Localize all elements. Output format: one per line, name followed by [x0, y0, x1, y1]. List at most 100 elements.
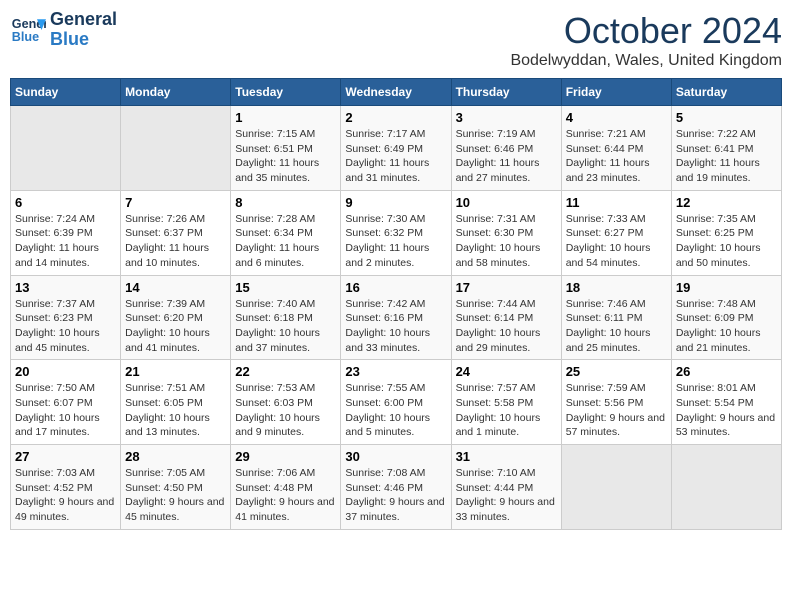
day-number: 21: [125, 364, 226, 379]
column-header-tuesday: Tuesday: [231, 79, 341, 106]
day-cell: [11, 106, 121, 191]
day-cell: 2Sunrise: 7:17 AMSunset: 6:49 PMDaylight…: [341, 106, 451, 191]
day-info: Sunrise: 7:42 AMSunset: 6:16 PMDaylight:…: [345, 297, 446, 356]
day-cell: 1 Sunrise: 7:15 AMSunset: 6:51 PMDaylight…: [231, 106, 341, 191]
day-number: 19: [676, 280, 777, 295]
week-row-4: 20 Sunrise: 7:50 AMSunset: 6:07 PMDayligh…: [11, 360, 782, 445]
day-cell: 16 Sunrise: 7:42 AMSunset: 6:16 PMDayligh…: [341, 275, 451, 360]
week-row-5: 27Sunrise: 7:03 AMSunset: 4:52 PMDayligh…: [11, 445, 782, 530]
day-cell: 25Sunrise: 7:59 AMSunset: 5:56 PMDayligh…: [561, 360, 671, 445]
day-number: 29: [235, 449, 336, 464]
day-info: Sunrise: 7:40 AMSunset: 6:18 PMDaylight:…: [235, 297, 336, 356]
day-number: 26: [676, 364, 777, 379]
day-info: Sunrise: 7:26 AMSunset: 6:37 PMDaylight:…: [125, 212, 226, 271]
day-number: 23: [345, 364, 446, 379]
day-number: 14: [125, 280, 226, 295]
day-cell: 24 Sunrise: 7:57 AMSunset: 5:58 PMDayligh…: [451, 360, 561, 445]
logo-line1: General: [50, 9, 117, 29]
day-info: Sunrise: 7:22 AMSunset: 6:41 PMDaylight:…: [676, 127, 777, 186]
day-info: Sunrise: 7:50 AMSunset: 6:07 PMDaylight:…: [15, 381, 116, 440]
day-number: 4: [566, 110, 667, 125]
day-number: 7: [125, 195, 226, 210]
day-info: Sunrise: 7:48 AMSunset: 6:09 PMDaylight:…: [676, 297, 777, 356]
day-info: Sunrise: 7:31 AMSunset: 6:30 PMDaylight:…: [456, 212, 557, 271]
svg-text:Blue: Blue: [12, 30, 39, 44]
day-cell: 7 Sunrise: 7:26 AMSunset: 6:37 PMDaylight…: [121, 190, 231, 275]
day-info: Sunrise: 7:28 AMSunset: 6:34 PMDaylight:…: [235, 212, 336, 271]
calendar-table: SundayMondayTuesdayWednesdayThursdayFrid…: [10, 78, 782, 530]
column-header-wednesday: Wednesday: [341, 79, 451, 106]
day-info: Sunrise: 7:59 AMSunset: 5:56 PMDaylight:…: [566, 381, 667, 440]
day-cell: [561, 445, 671, 530]
day-info: Sunrise: 7:17 AMSunset: 6:49 PMDaylight:…: [345, 127, 446, 186]
column-header-friday: Friday: [561, 79, 671, 106]
day-info: Sunrise: 7:03 AMSunset: 4:52 PMDaylight:…: [15, 466, 116, 525]
week-row-1: 1 Sunrise: 7:15 AMSunset: 6:51 PMDaylight…: [11, 106, 782, 191]
day-number: 1: [235, 110, 336, 125]
day-cell: 4 Sunrise: 7:21 AMSunset: 6:44 PMDaylight…: [561, 106, 671, 191]
day-cell: 21 Sunrise: 7:51 AMSunset: 6:05 PMDayligh…: [121, 360, 231, 445]
day-number: 9: [345, 195, 446, 210]
day-cell: 31Sunrise: 7:10 AMSunset: 4:44 PMDayligh…: [451, 445, 561, 530]
day-cell: 9 Sunrise: 7:30 AMSunset: 6:32 PMDaylight…: [341, 190, 451, 275]
day-info: Sunrise: 7:37 AMSunset: 6:23 PMDaylight:…: [15, 297, 116, 356]
day-number: 15: [235, 280, 336, 295]
day-cell: 17Sunrise: 7:44 AMSunset: 6:14 PMDayligh…: [451, 275, 561, 360]
day-info: Sunrise: 7:46 AMSunset: 6:11 PMDaylight:…: [566, 297, 667, 356]
day-cell: [121, 106, 231, 191]
day-cell: 30Sunrise: 7:08 AMSunset: 4:46 PMDayligh…: [341, 445, 451, 530]
day-number: 28: [125, 449, 226, 464]
day-number: 12: [676, 195, 777, 210]
day-number: 20: [15, 364, 116, 379]
day-number: 16: [345, 280, 446, 295]
day-info: Sunrise: 7:21 AMSunset: 6:44 PMDaylight:…: [566, 127, 667, 186]
day-cell: 6Sunrise: 7:24 AMSunset: 6:39 PMDaylight…: [11, 190, 121, 275]
column-header-saturday: Saturday: [671, 79, 781, 106]
day-info: Sunrise: 7:10 AMSunset: 4:44 PMDaylight:…: [456, 466, 557, 525]
day-cell: 19 Sunrise: 7:48 AMSunset: 6:09 PMDayligh…: [671, 275, 781, 360]
week-row-2: 6Sunrise: 7:24 AMSunset: 6:39 PMDaylight…: [11, 190, 782, 275]
day-cell: 18 Sunrise: 7:46 AMSunset: 6:11 PMDayligh…: [561, 275, 671, 360]
header-row: SundayMondayTuesdayWednesdayThursdayFrid…: [11, 79, 782, 106]
day-info: Sunrise: 7:51 AMSunset: 6:05 PMDaylight:…: [125, 381, 226, 440]
day-number: 18: [566, 280, 667, 295]
column-header-thursday: Thursday: [451, 79, 561, 106]
day-number: 3: [456, 110, 557, 125]
day-cell: 13 Sunrise: 7:37 AMSunset: 6:23 PMDayligh…: [11, 275, 121, 360]
day-info: Sunrise: 8:01 AMSunset: 5:54 PMDaylight:…: [676, 381, 777, 440]
column-header-sunday: Sunday: [11, 79, 121, 106]
title-area: October 2024 Bodelwyddan, Wales, United …: [510, 10, 782, 70]
day-info: Sunrise: 7:06 AMSunset: 4:48 PMDaylight:…: [235, 466, 336, 525]
week-row-3: 13 Sunrise: 7:37 AMSunset: 6:23 PMDayligh…: [11, 275, 782, 360]
location: Bodelwyddan, Wales, United Kingdom: [510, 52, 782, 70]
day-info: Sunrise: 7:30 AMSunset: 6:32 PMDaylight:…: [345, 212, 446, 271]
day-info: Sunrise: 7:33 AMSunset: 6:27 PMDaylight:…: [566, 212, 667, 271]
day-cell: 22 Sunrise: 7:53 AMSunset: 6:03 PMDayligh…: [231, 360, 341, 445]
day-info: Sunrise: 7:39 AMSunset: 6:20 PMDaylight:…: [125, 297, 226, 356]
logo-icon: General Blue: [10, 12, 46, 48]
month-title: October 2024: [510, 10, 782, 52]
day-number: 13: [15, 280, 116, 295]
day-cell: 11Sunrise: 7:33 AMSunset: 6:27 PMDayligh…: [561, 190, 671, 275]
day-cell: 23 Sunrise: 7:55 AMSunset: 6:00 PMDayligh…: [341, 360, 451, 445]
day-number: 22: [235, 364, 336, 379]
day-cell: 3 Sunrise: 7:19 AMSunset: 6:46 PMDaylight…: [451, 106, 561, 191]
logo-line2: Blue: [50, 29, 89, 49]
day-info: Sunrise: 7:53 AMSunset: 6:03 PMDaylight:…: [235, 381, 336, 440]
day-info: Sunrise: 7:55 AMSunset: 6:00 PMDaylight:…: [345, 381, 446, 440]
day-cell: 5 Sunrise: 7:22 AMSunset: 6:41 PMDaylight…: [671, 106, 781, 191]
day-info: Sunrise: 7:05 AMSunset: 4:50 PMDaylight:…: [125, 466, 226, 525]
day-info: Sunrise: 7:19 AMSunset: 6:46 PMDaylight:…: [456, 127, 557, 186]
day-cell: 20 Sunrise: 7:50 AMSunset: 6:07 PMDayligh…: [11, 360, 121, 445]
day-number: 6: [15, 195, 116, 210]
day-number: 5: [676, 110, 777, 125]
day-cell: 28 Sunrise: 7:05 AMSunset: 4:50 PMDayligh…: [121, 445, 231, 530]
logo: General Blue General Blue: [10, 10, 117, 50]
day-cell: 10Sunrise: 7:31 AMSunset: 6:30 PMDayligh…: [451, 190, 561, 275]
day-info: Sunrise: 7:15 AMSunset: 6:51 PMDaylight:…: [235, 127, 336, 186]
day-cell: 8Sunrise: 7:28 AMSunset: 6:34 PMDaylight…: [231, 190, 341, 275]
day-cell: 26 Sunrise: 8:01 AMSunset: 5:54 PMDayligh…: [671, 360, 781, 445]
day-info: Sunrise: 7:57 AMSunset: 5:58 PMDaylight:…: [456, 381, 557, 440]
day-number: 24: [456, 364, 557, 379]
day-cell: 29 Sunrise: 7:06 AMSunset: 4:48 PMDayligh…: [231, 445, 341, 530]
